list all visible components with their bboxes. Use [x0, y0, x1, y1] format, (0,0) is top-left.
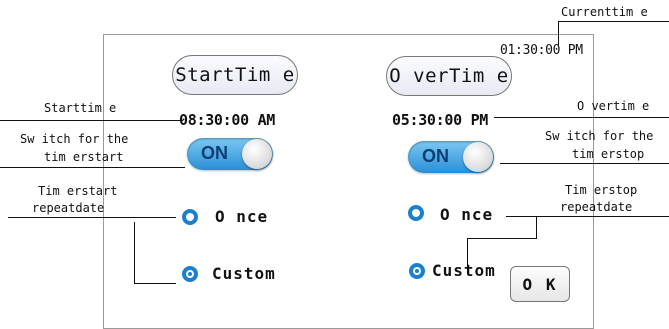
- leader-line: [558, 21, 559, 45]
- start-custom-label: Custom: [212, 264, 276, 283]
- annotation-switch-stop-line1: Sw itch for the: [545, 129, 654, 143]
- annotation-switch-stop-line2: tim erstop: [572, 147, 645, 161]
- stop-once-radio[interactable]: [408, 205, 424, 221]
- leader-line: [494, 117, 669, 118]
- leader-line: [134, 222, 135, 283]
- timer-start-switch[interactable]: ON: [187, 138, 273, 170]
- toggle-on-label: ON: [201, 143, 228, 163]
- annotation-current-time: Currenttim e: [561, 5, 648, 19]
- leader-line: [506, 216, 669, 217]
- leader-line: [0, 120, 183, 121]
- annotation-over-time: O vertim e: [577, 99, 650, 113]
- toggle-on-label: ON: [422, 146, 449, 166]
- leader-line: [134, 283, 176, 284]
- annotation-stop-repeat-line1: Tim erstop: [565, 183, 638, 197]
- annotation-start-repeat-line1: Tim erstart: [38, 184, 118, 198]
- leader-line: [8, 217, 176, 218]
- annotation-start-repeat-line2: repeatdate: [32, 201, 105, 215]
- start-custom-radio[interactable]: [182, 266, 198, 282]
- leader-line: [0, 167, 185, 168]
- toggle-knob: [242, 139, 272, 169]
- start-time-value[interactable]: 08:30:00 AM: [179, 111, 275, 129]
- annotation-stop-repeat-line2: repeatdate: [560, 200, 633, 214]
- timer-stop-switch[interactable]: ON: [408, 141, 494, 173]
- annotation-switch-start-line1: Sw itch for the: [20, 132, 129, 146]
- stop-custom-radio[interactable]: [409, 263, 425, 279]
- stop-custom-label: Custom: [432, 261, 496, 280]
- over-time-button[interactable]: O verTim e: [386, 56, 512, 96]
- annotation-switch-start-line2: tim erstart: [44, 150, 124, 164]
- annotation-start-time: Starttim e: [44, 101, 117, 115]
- stop-once-label: O nce: [440, 205, 494, 224]
- leader-line: [467, 238, 468, 268]
- over-time-value[interactable]: 05:30:00 PM: [392, 111, 488, 129]
- leader-line: [500, 163, 669, 164]
- leader-line: [536, 216, 537, 238]
- leader-line: [558, 21, 669, 22]
- start-once-radio[interactable]: [182, 209, 198, 225]
- current-time-value: 01:30:00 PM: [500, 43, 583, 58]
- ok-button[interactable]: O K: [510, 266, 570, 302]
- leader-line: [467, 238, 537, 239]
- start-once-label: O nce: [215, 207, 269, 226]
- toggle-knob: [463, 142, 493, 172]
- start-time-button[interactable]: StartTim e: [172, 55, 298, 95]
